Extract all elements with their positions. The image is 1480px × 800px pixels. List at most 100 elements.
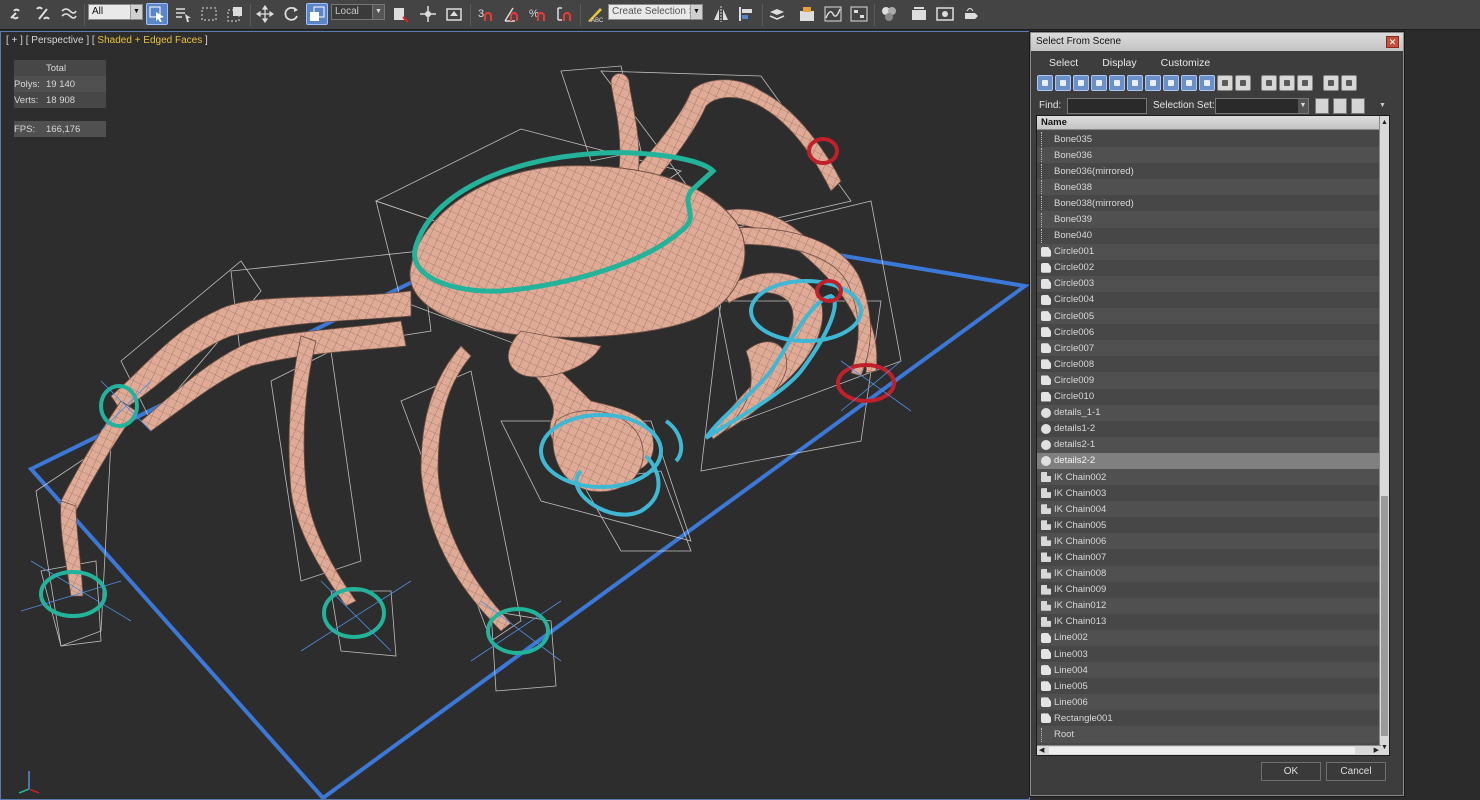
render-setup-icon[interactable] xyxy=(908,3,930,25)
select-manipulate-icon[interactable] xyxy=(417,3,439,25)
display-groups-icon[interactable] xyxy=(1145,75,1161,91)
horizontal-scrollbar[interactable]: ◀ ▶ xyxy=(1037,745,1381,755)
filter-options-icon[interactable] xyxy=(1341,75,1357,91)
select-all-icon[interactable] xyxy=(1261,75,1277,91)
list-item[interactable]: Line004 xyxy=(1037,662,1381,679)
angle-snap-icon[interactable] xyxy=(501,3,523,25)
display-hidden-icon[interactable] xyxy=(1235,75,1251,91)
list-item[interactable]: Circle007 xyxy=(1037,340,1381,357)
dialog-title-bar[interactable]: Select From Scene ✕ xyxy=(1031,33,1403,51)
window-crossing-icon[interactable] xyxy=(224,3,246,25)
scrollbar-thumb[interactable] xyxy=(1049,747,1355,754)
list-item[interactable]: IK Chain006 xyxy=(1037,533,1381,550)
curve-editor-icon[interactable] xyxy=(822,3,844,25)
list-item[interactable]: details_1-1 xyxy=(1037,404,1381,421)
remove-selection-set-icon[interactable] xyxy=(1351,98,1365,114)
list-item[interactable]: IK Chain008 xyxy=(1037,565,1381,582)
rotate-icon[interactable] xyxy=(280,3,302,25)
list-item[interactable]: IK Chain004 xyxy=(1037,501,1381,518)
list-item[interactable]: IK Chain002 xyxy=(1037,468,1381,486)
display-geometry-icon[interactable] xyxy=(1037,75,1053,91)
find-input[interactable] xyxy=(1067,98,1147,114)
snap-toggle-icon[interactable]: 3 xyxy=(475,3,497,25)
display-xrefs-icon[interactable] xyxy=(1163,75,1179,91)
mirror-icon[interactable] xyxy=(710,3,732,25)
list-item[interactable]: Bone036(mirrored) xyxy=(1037,163,1381,180)
list-item[interactable]: Bone035 xyxy=(1037,131,1381,148)
list-item[interactable]: Circle003 xyxy=(1037,275,1381,292)
selection-filter-dropdown[interactable]: All ▼ xyxy=(88,4,143,20)
keyboard-shortcut-icon[interactable] xyxy=(443,3,465,25)
list-item[interactable]: Line003 xyxy=(1037,646,1381,663)
menu-select[interactable]: Select xyxy=(1037,55,1090,71)
align-icon[interactable] xyxy=(736,3,758,25)
select-none-icon[interactable] xyxy=(1279,75,1295,91)
list-item[interactable]: details2-2 xyxy=(1037,452,1381,469)
list-item[interactable]: Bone039 xyxy=(1037,211,1381,228)
scroll-left-icon[interactable]: ◀ xyxy=(1039,746,1044,755)
list-item[interactable]: Bone036 xyxy=(1037,147,1381,164)
reference-coord-dropdown[interactable]: Local ▼ xyxy=(331,4,385,20)
select-by-name-icon[interactable] xyxy=(172,3,194,25)
display-bones-icon[interactable] xyxy=(1181,75,1197,91)
display-frozen-icon[interactable] xyxy=(1217,75,1233,91)
expand-options-icon[interactable]: ▼ xyxy=(1379,102,1386,109)
list-item[interactable]: IK Chain013 xyxy=(1037,613,1381,630)
selection-set-dropdown[interactable]: Create Selection Se ▼ xyxy=(608,4,703,20)
list-item[interactable]: Line005 xyxy=(1037,678,1381,695)
list-item[interactable]: Bone038 xyxy=(1037,179,1381,196)
spinner-snap-icon[interactable] xyxy=(553,3,575,25)
list-item[interactable]: Circle002 xyxy=(1037,259,1381,276)
close-icon[interactable]: ✕ xyxy=(1386,36,1399,48)
list-item[interactable]: Line002 xyxy=(1037,629,1381,646)
list-item[interactable]: Circle005 xyxy=(1037,308,1381,325)
menu-customize[interactable]: Customize xyxy=(1149,55,1223,71)
rendered-frame-icon[interactable] xyxy=(934,3,956,25)
list-item[interactable]: Line006 xyxy=(1037,694,1381,711)
vertical-scrollbar[interactable]: ▲ ▼ xyxy=(1379,116,1389,755)
filter-icon[interactable] xyxy=(1323,75,1339,91)
edit-selection-set-icon[interactable] xyxy=(1333,98,1347,114)
select-object-icon[interactable] xyxy=(146,3,168,25)
column-header-name[interactable]: Name xyxy=(1037,116,1389,130)
list-item[interactable]: IK Chain005 xyxy=(1037,517,1381,534)
list-item[interactable]: details2-1 xyxy=(1037,436,1381,453)
percent-snap-icon[interactable]: % xyxy=(527,3,549,25)
list-item[interactable]: IK Chain003 xyxy=(1037,485,1381,502)
list-item[interactable]: IK Chain012 xyxy=(1037,597,1381,614)
list-item[interactable]: Circle008 xyxy=(1037,356,1381,373)
display-shapes-icon[interactable] xyxy=(1055,75,1071,91)
scroll-down-icon[interactable]: ▼ xyxy=(1380,743,1389,753)
list-item[interactable]: IK Chain009 xyxy=(1037,581,1381,598)
list-item[interactable]: Circle004 xyxy=(1037,291,1381,309)
list-item[interactable]: Bone038(mirrored) xyxy=(1037,195,1381,212)
scroll-right-icon[interactable]: ▶ xyxy=(1374,746,1379,755)
move-icon[interactable] xyxy=(254,3,276,25)
render-icon[interactable] xyxy=(960,3,982,25)
list-item[interactable]: Circle009 xyxy=(1037,372,1381,389)
rect-selection-icon[interactable] xyxy=(198,3,220,25)
create-selection-set-icon[interactable] xyxy=(1315,98,1329,114)
list-item[interactable]: Rectangle001 xyxy=(1037,710,1381,727)
display-spacewarps-icon[interactable] xyxy=(1127,75,1143,91)
list-item[interactable]: details1-2 xyxy=(1037,420,1381,437)
graphite-icon[interactable] xyxy=(796,3,818,25)
schematic-icon[interactable] xyxy=(848,3,870,25)
list-item[interactable]: Circle006 xyxy=(1037,324,1381,341)
bind-spacewarp-icon[interactable] xyxy=(58,3,80,25)
list-item[interactable]: IK Chain007 xyxy=(1037,549,1381,566)
scale-icon[interactable] xyxy=(306,3,328,25)
display-lights-icon[interactable] xyxy=(1073,75,1089,91)
list-item[interactable]: Circle001 xyxy=(1037,243,1381,260)
selection-set-dropdown[interactable]: ▼ xyxy=(1215,98,1309,114)
link-icon[interactable] xyxy=(6,3,28,25)
list-item[interactable]: Root xyxy=(1037,726,1381,743)
list-item[interactable]: Bone040 xyxy=(1037,227,1381,244)
edit-named-sets-icon[interactable]: ABC xyxy=(584,3,606,25)
unlink-icon[interactable] xyxy=(32,3,54,25)
display-containers-icon[interactable] xyxy=(1199,75,1215,91)
crab-rig-scene[interactable] xyxy=(1,32,1030,800)
scrollbar-thumb[interactable] xyxy=(1381,496,1388,736)
select-invert-icon[interactable] xyxy=(1297,75,1313,91)
ok-button[interactable]: OK xyxy=(1261,762,1321,781)
